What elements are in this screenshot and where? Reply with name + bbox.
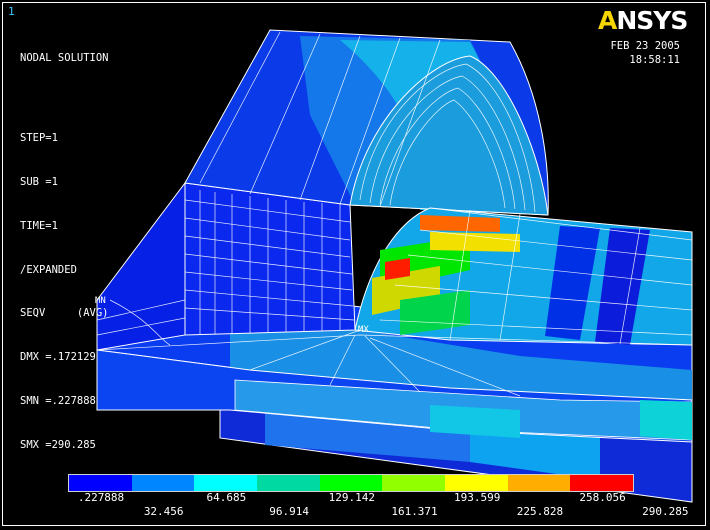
colorbar-label: 32.456 [143,505,184,518]
info-result: SEQV (AVG) [20,307,109,320]
colorbar-label: 193.599 [454,491,501,504]
colorbar-label: 290.285 [642,505,689,518]
colorbar-segment [69,475,132,491]
colorbar-labels: .227888 32.456 64.685 96.914 129.142 161.371 1… [0,491,710,521]
colorbar-label: 64.685 [206,491,247,504]
info-title: NODAL SOLUTION [20,52,109,65]
info-smx: SMX =290.285 [20,438,96,451]
colorbar-segment [507,475,571,491]
colorbar-label: 96.914 [269,505,309,518]
colorbar-segment [570,475,634,491]
info-time: TIME=1 [20,219,58,232]
colorbar-label: 258.056 [579,491,626,504]
left-block-side [96,181,186,351]
colorbar-segment [445,475,508,491]
colorbar-segment [319,475,383,491]
colorbar-label: 129.142 [328,491,375,504]
ansys-logo: ANSYS [598,6,688,35]
info-smn: SMN =.227888 [20,394,96,407]
info-dmx: DMX =.172129 [20,351,96,364]
mx-marker: MX [358,325,369,335]
result-info-block: NODAL SOLUTION STEP=1 SUB =1 TIME=1 /EXP… [20,22,109,481]
date-text: FEB 23 2005 [610,40,680,52]
colorbar-label: 161.371 [391,505,438,518]
colorbar-label: .227888 [77,491,125,504]
hot-yellow-2 [430,232,520,252]
info-step: STEP=1 [20,132,58,145]
timestamp: FEB 23 2005 18:58:11 [610,39,680,67]
graphics-window[interactable]: 1 MN MX NODAL SOLUTION STEP=1 SUB =1 TIM… [0,0,710,530]
time-text: 18:58:11 [629,54,680,66]
info-expanded: /EXPANDED [20,263,77,276]
colorbar-label: 225.828 [516,505,564,518]
base-front-cyan-2 [640,400,692,440]
colorbar-segment [131,475,195,491]
colorbar-segment [257,475,320,491]
info-sub: SUB =1 [20,175,58,188]
colorbar-segment [194,475,258,491]
colorbar-segment [382,475,446,491]
left-block-face [184,182,356,336]
contour-colorbar [68,474,634,492]
hot-orange [420,215,500,232]
